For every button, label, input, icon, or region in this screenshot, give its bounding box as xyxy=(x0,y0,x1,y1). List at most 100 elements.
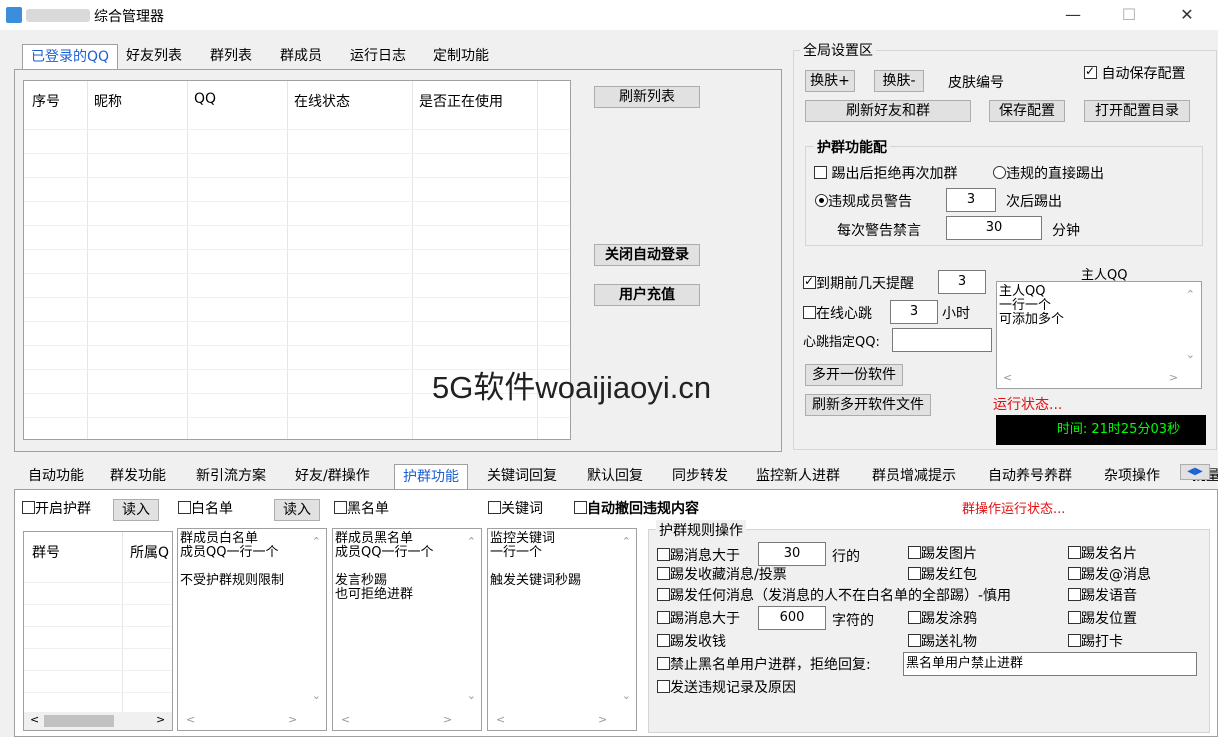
tab-logged-qq[interactable]: 已登录的QQ xyxy=(22,44,119,71)
minimize-button[interactable]: — xyxy=(1050,0,1096,30)
rule-money-checkbox[interactable]: 踢发收钱 xyxy=(657,631,726,651)
tab-keyword-reply[interactable]: 关键词回复 xyxy=(479,464,565,488)
scroll-right-icon[interactable]: > xyxy=(598,713,607,726)
group-list-table[interactable]: 群号 所属Q < > xyxy=(23,531,173,731)
scroll-up-icon[interactable]: ⌃ xyxy=(622,535,631,548)
tab-misc[interactable]: 杂项操作 xyxy=(1096,464,1168,488)
rule-punch-checkbox[interactable]: 踢打卡 xyxy=(1068,631,1123,651)
scroll-right-icon[interactable]: > xyxy=(443,713,452,726)
scroll-left-icon[interactable]: < xyxy=(186,713,195,726)
close-auto-login-button[interactable]: 关闭自动登录 xyxy=(594,244,700,266)
refresh-multi-button[interactable]: 刷新多开软件文件 xyxy=(805,394,931,416)
tab-log[interactable]: 运行日志 xyxy=(342,44,414,68)
rule-image-checkbox[interactable]: 踢发图片 xyxy=(908,543,977,563)
checkbox-checked-icon xyxy=(803,276,816,289)
scroll-down-icon[interactable]: ⌄ xyxy=(312,689,321,702)
rule-location-checkbox[interactable]: 踢发位置 xyxy=(1068,608,1137,628)
rule-gift-checkbox[interactable]: 踢送礼物 xyxy=(908,631,977,651)
scroll-down-icon[interactable]: ⌄ xyxy=(1186,348,1195,361)
read-whitelist-button[interactable]: 读入 xyxy=(274,499,320,521)
scroll-right-icon[interactable]: > xyxy=(1169,371,1178,384)
rule-ban-reply-input[interactable]: 黑名单用户禁止进群 xyxy=(903,652,1197,676)
scroll-right-icon[interactable]: > xyxy=(288,713,297,726)
warn-radio[interactable]: 违规成员警告 xyxy=(815,191,912,211)
remind-days-input[interactable]: 3 xyxy=(938,270,986,294)
scroll-thumb[interactable] xyxy=(44,715,114,727)
whitelist-checkbox[interactable]: 白名单 xyxy=(178,498,233,518)
rule-any-checkbox[interactable]: 踢发任何消息（发消息的人不在白名单的全部踢）-慎用 xyxy=(657,585,1011,605)
rule-chars-input[interactable]: 600 xyxy=(758,606,826,630)
open-config-dir-button[interactable]: 打开配置目录 xyxy=(1084,100,1190,122)
scroll-left-icon[interactable]: < xyxy=(1003,371,1012,384)
tab-member-change[interactable]: 群员增减提示 xyxy=(864,464,964,488)
skin-minus-button[interactable]: 换肤- xyxy=(874,70,924,92)
rule-send-record-checkbox[interactable]: 发送违规记录及原因 xyxy=(657,677,796,697)
tab-friends[interactable]: 好友列表 xyxy=(118,44,190,68)
blacklist-checkbox[interactable]: 黑名单 xyxy=(334,498,389,518)
recharge-button[interactable]: 用户充值 xyxy=(594,284,700,306)
enable-guard-label: 开启护群 xyxy=(35,501,91,517)
scroll-up-icon[interactable]: ⌃ xyxy=(312,535,321,548)
keyword-checkbox[interactable]: 关键词 xyxy=(488,498,543,518)
checkbox-icon xyxy=(908,634,921,647)
rule-msg-lines-checkbox[interactable]: 踢消息大于 xyxy=(657,545,740,565)
rule-msg-lines-input[interactable]: 30 xyxy=(758,542,826,566)
blacklist-textarea[interactable]: 群成员黑名单 成员QQ一行一个 发言秒踢 也可拒绝进群 ⌃ ⌄ < > xyxy=(332,528,482,731)
rule-doodle-checkbox[interactable]: 踢发涂鸦 xyxy=(908,608,977,628)
tab-traffic[interactable]: 新引流方案 xyxy=(188,464,274,488)
scroll-left-icon[interactable]: < xyxy=(30,713,39,726)
heartbeat-qq-input[interactable] xyxy=(892,328,992,352)
maximize-button[interactable]: ☐ xyxy=(1106,0,1152,30)
rule-card-checkbox[interactable]: 踢发名片 xyxy=(1068,543,1137,563)
scroll-right-icon[interactable]: > xyxy=(156,713,165,726)
tab-monitor-new[interactable]: 监控新人进群 xyxy=(748,464,848,488)
mute-minutes-input[interactable]: 30 xyxy=(946,216,1042,240)
keyword-textarea[interactable]: 监控关键词 一行一个 触发关键词秒踢 ⌃ ⌄ < > xyxy=(487,528,637,731)
tab-guard[interactable]: 护群功能 xyxy=(394,464,468,490)
scroll-left-icon[interactable]: < xyxy=(496,713,505,726)
close-button[interactable]: ✕ xyxy=(1164,0,1210,30)
tab-scroll-arrows-icon[interactable]: ◀▶ xyxy=(1180,464,1210,480)
refresh-friends-groups-button[interactable]: 刷新好友和群 xyxy=(805,100,971,122)
rule-fav-checkbox[interactable]: 踢发收藏消息/投票 xyxy=(657,564,787,584)
scroll-down-icon[interactable]: ⌄ xyxy=(622,689,631,702)
scroll-up-icon[interactable]: ⌃ xyxy=(1186,288,1195,301)
multi-open-button[interactable]: 多开一份软件 xyxy=(805,364,903,386)
read-group-button[interactable]: 读入 xyxy=(113,499,159,521)
rule-voice-checkbox[interactable]: 踢发语音 xyxy=(1068,585,1137,605)
refresh-list-button[interactable]: 刷新列表 xyxy=(594,86,700,108)
tab-groups[interactable]: 群列表 xyxy=(202,44,260,68)
tab-sync-forward[interactable]: 同步转发 xyxy=(664,464,736,488)
tab-members[interactable]: 群成员 xyxy=(272,44,330,68)
kick-reject-checkbox[interactable]: 踢出后拒绝再次加群 xyxy=(814,163,957,183)
rule-chars-checkbox[interactable]: 踢消息大于 xyxy=(657,608,740,628)
scroll-down-icon[interactable]: ⌄ xyxy=(467,689,476,702)
scroll-up-icon[interactable]: ⌃ xyxy=(467,535,476,548)
enable-guard-checkbox[interactable]: 开启护群 xyxy=(22,498,91,518)
tab-nurture[interactable]: 自动养号养群 xyxy=(980,464,1080,488)
heartbeat-hours-input[interactable]: 3 xyxy=(890,300,938,324)
whitelist-textarea[interactable]: 群成员白名单 成员QQ一行一个 不受护群规则限制 ⌃ ⌄ < > xyxy=(177,528,327,731)
horizontal-scrollbar[interactable]: < > xyxy=(24,712,172,730)
scroll-left-icon[interactable]: < xyxy=(341,713,350,726)
tab-custom[interactable]: 定制功能 xyxy=(425,44,497,68)
warn-count-input[interactable]: 3 xyxy=(946,188,996,212)
top-tab-strip: 已登录的QQ 好友列表 群列表 群成员 运行日志 定制功能 xyxy=(14,44,784,71)
tab-mass-send[interactable]: 群发功能 xyxy=(102,464,174,488)
remind-checkbox[interactable]: 到期前几天提醒 xyxy=(803,273,914,293)
checkbox-icon xyxy=(178,501,191,514)
auto-save-checkbox[interactable]: 自动保存配置 xyxy=(1084,63,1185,83)
skin-plus-button[interactable]: 换肤+ xyxy=(805,70,855,92)
auto-recall-checkbox[interactable]: 自动撤回违规内容 xyxy=(574,498,699,518)
rule-at-checkbox[interactable]: 踢发@消息 xyxy=(1068,564,1151,584)
tab-auto[interactable]: 自动功能 xyxy=(20,464,92,488)
master-qq-textarea[interactable]: 主人QQ 一行一个 可添加多个 ⌃ ⌄ < > xyxy=(996,281,1202,389)
rule-ban-checkbox[interactable]: 禁止黑名单用户进群，拒绝回复: xyxy=(657,654,871,674)
tab-default-reply[interactable]: 默认回复 xyxy=(579,464,651,488)
rule-redpacket-checkbox[interactable]: 踢发红包 xyxy=(908,564,977,584)
tab-friend-group-op[interactable]: 好友/群操作 xyxy=(287,464,378,488)
save-config-button[interactable]: 保存配置 xyxy=(989,100,1065,122)
heartbeat-checkbox[interactable]: 在线心跳 xyxy=(803,303,872,323)
direct-kick-radio[interactable]: 违规的直接踢出 xyxy=(993,163,1104,183)
kick-reject-label: 踢出后拒绝再次加群 xyxy=(831,166,958,182)
